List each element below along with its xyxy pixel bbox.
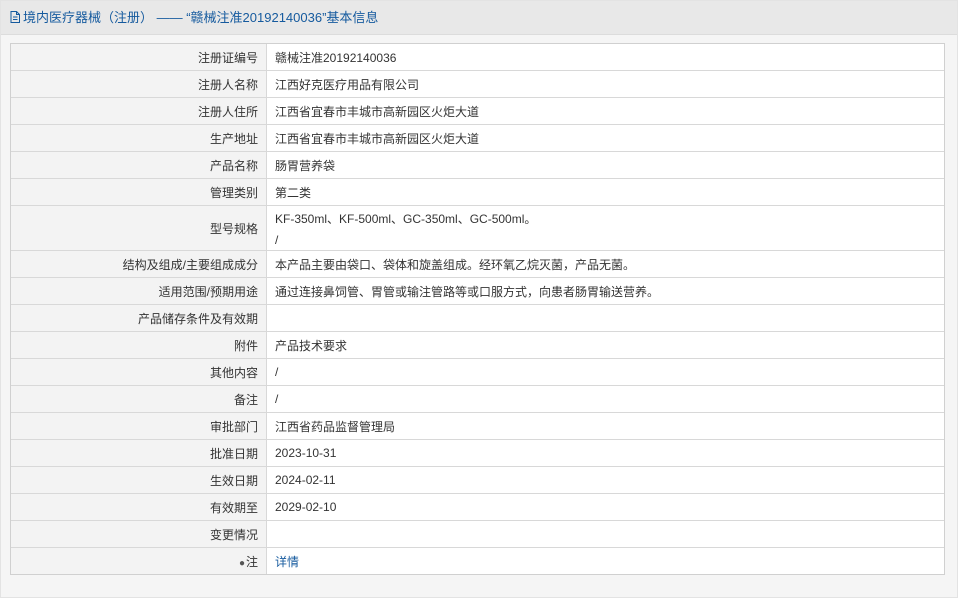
row-label: 型号规格: [11, 205, 267, 251]
note-label: 注: [245, 554, 258, 569]
row-label: 适用范围/预期用途: [11, 277, 267, 305]
row-value: 产品技术要求: [266, 331, 944, 359]
row-label: ●注: [11, 547, 267, 574]
row-label: 附件: [11, 331, 267, 359]
row-value: [266, 520, 944, 548]
table-row: 附件 产品技术要求: [11, 331, 944, 359]
row-value: 详情: [267, 548, 945, 575]
row-label: 有效期至: [11, 493, 267, 521]
row-label: 产品名称: [11, 151, 267, 179]
table-row: ●注 详情: [11, 547, 945, 575]
row-value: [266, 304, 944, 332]
table-row: 生效日期 2024-02-11: [11, 466, 944, 494]
row-value: 通过连接鼻饲管、胃管或输注管路等或口服方式，向患者肠胃输送营养。: [266, 277, 944, 305]
note-icon: ●: [238, 557, 245, 569]
row-value: 江西省宜春市丰城市高新园区火炬大道: [266, 97, 944, 125]
table-row: 备注 /: [11, 385, 944, 413]
info-panel: 境内医疗器械（注册） —— “赣械注准20192140036”基本信息 注册证编…: [0, 0, 958, 598]
table-row: 注册证编号 赣械注准20192140036: [11, 44, 944, 71]
row-label: 其他内容: [11, 358, 267, 386]
row-label: 注册人住所: [11, 97, 267, 125]
row-value: 本产品主要由袋口、袋体和旋盖组成。经环氧乙烷灭菌，产品无菌。: [266, 250, 944, 278]
row-value: 2024-02-11: [266, 466, 944, 494]
table-row: 审批部门 江西省药品监督管理局: [11, 412, 944, 440]
row-value: 肠胃营养袋: [266, 151, 944, 179]
row-value: 江西省宜春市丰城市高新园区火炬大道: [266, 124, 944, 152]
row-label: 审批部门: [11, 412, 267, 440]
row-label: 管理类别: [11, 178, 267, 206]
document-icon: [10, 2, 20, 35]
table-row: 生产地址 江西省宜春市丰城市高新园区火炬大道: [11, 124, 944, 152]
row-value: KF-350ml、KF-500ml、GC-350ml、GC-500ml。 /: [266, 205, 944, 251]
panel-header: 境内医疗器械（注册） —— “赣械注准20192140036”基本信息: [1, 1, 957, 35]
row-value: 赣械注准20192140036: [266, 44, 944, 71]
table-row: 型号规格 KF-350ml、KF-500ml、GC-350ml、GC-500ml…: [11, 205, 944, 251]
row-label: 备注: [11, 385, 267, 413]
row-value: /: [266, 358, 944, 386]
model-spec-line-2: /: [275, 232, 279, 247]
table-row: 结构及组成/主要组成成分 本产品主要由袋口、袋体和旋盖组成。经环氧乙烷灭菌，产品…: [11, 250, 944, 278]
model-spec-line: KF-350ml、KF-500ml、GC-350ml、GC-500ml。: [275, 211, 537, 226]
table-row: 注册人住所 江西省宜春市丰城市高新园区火炬大道: [11, 97, 944, 125]
details-link[interactable]: 详情: [275, 555, 299, 569]
row-label: 生产地址: [11, 124, 267, 152]
table-row: 变更情况: [11, 520, 944, 548]
table-row: 产品储存条件及有效期: [11, 304, 944, 332]
table-row: 其他内容 /: [11, 358, 944, 386]
table-row: 注册人名称 江西好克医疗用品有限公司: [11, 70, 944, 98]
row-value: 第二类: [266, 178, 944, 206]
table-row: 有效期至 2029-02-10: [11, 493, 944, 521]
row-label: 变更情况: [11, 520, 267, 548]
row-value: 江西好克医疗用品有限公司: [266, 70, 944, 98]
row-value: 江西省药品监督管理局: [266, 412, 944, 440]
row-value: /: [266, 385, 944, 413]
table-row: 产品名称 肠胃营养袋: [11, 151, 944, 179]
row-label: 产品储存条件及有效期: [11, 304, 267, 332]
table-row: 批准日期 2023-10-31: [11, 439, 944, 467]
row-value: 2029-02-10: [266, 493, 944, 521]
info-table: 注册证编号 赣械注准20192140036 注册人名称 江西好克医疗用品有限公司…: [10, 43, 945, 575]
row-label: 注册证编号: [11, 44, 267, 71]
row-label: 批准日期: [11, 439, 267, 467]
row-value: 2023-10-31: [266, 439, 944, 467]
row-label: 生效日期: [11, 466, 267, 494]
table-row: 适用范围/预期用途 通过连接鼻饲管、胃管或输注管路等或口服方式，向患者肠胃输送营…: [11, 277, 944, 305]
row-label: 结构及组成/主要组成成分: [11, 250, 267, 278]
row-label: 注册人名称: [11, 70, 267, 98]
table-row: 管理类别 第二类: [11, 178, 944, 206]
page-title: 境内医疗器械（注册） —— “赣械注准20192140036”基本信息: [23, 10, 379, 25]
